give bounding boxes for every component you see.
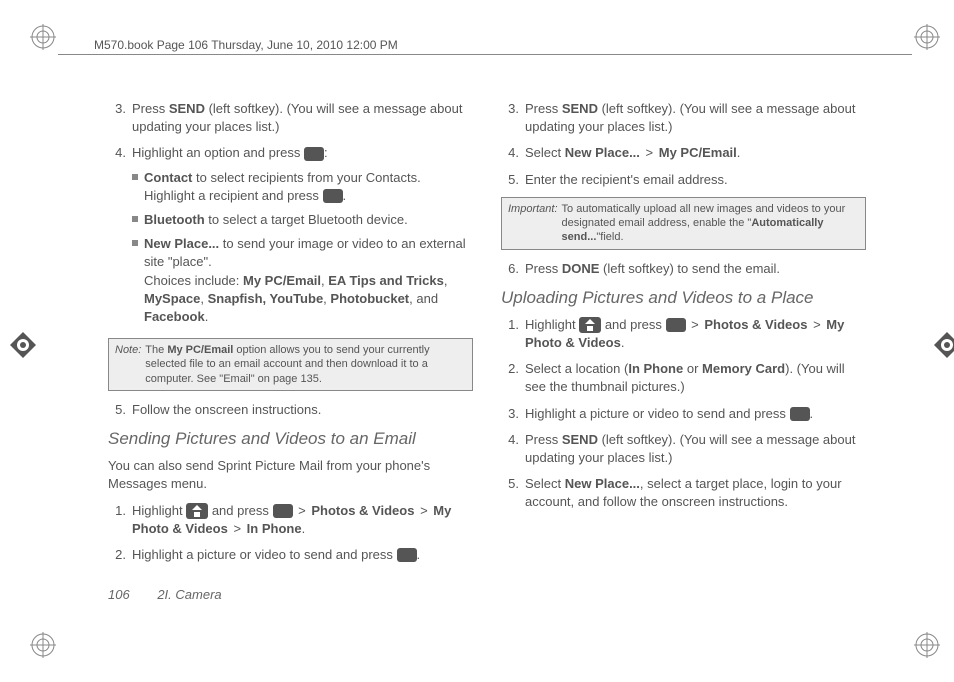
page-number: 106 <box>108 587 130 602</box>
upload-step-5: 5. Select New Place..., select a target … <box>501 475 866 511</box>
note-box: Note: The My PC/Email option allows you … <box>108 338 473 391</box>
upload-step-3: 3. Highlight a picture or video to send … <box>501 405 866 423</box>
upload-step-2: 2. Select a location (In Phone or Memory… <box>501 360 866 396</box>
ok-key-icon <box>304 147 324 161</box>
page-footer: 106 2I. Camera <box>108 587 222 602</box>
section-heading-place: Uploading Pictures and Videos to a Place <box>501 288 866 308</box>
reg-mark-icon <box>914 24 940 50</box>
r-step-5: 5. Enter the recipient's email address. <box>501 171 866 189</box>
right-column: 3. Press SEND (left softkey). (You will … <box>501 100 866 572</box>
ok-key-icon <box>790 407 810 421</box>
r-step-3: 3. Press SEND (left softkey). (You will … <box>501 100 866 136</box>
email-step-1: 1. Highlight and press > Photos & Videos… <box>108 502 473 538</box>
sub-new-place: New Place... to send your image or video… <box>132 235 473 326</box>
sub-contact: Contact to select recipients from your C… <box>132 169 473 205</box>
r-step-6: 6. Press DONE (left softkey) to send the… <box>501 260 866 278</box>
left-column: 3. Press SEND (left softkey). (You will … <box>108 100 473 572</box>
ok-key-icon <box>397 548 417 562</box>
step-4: 4. Highlight an option and press : Conta… <box>108 144 473 330</box>
sub-bluetooth: Bluetooth to select a target Bluetooth d… <box>132 211 473 229</box>
bullet-icon <box>132 240 138 246</box>
intro-para: You can also send Sprint Picture Mail fr… <box>108 457 473 493</box>
section-heading-email: Sending Pictures and Videos to an Email <box>108 429 473 449</box>
home-key-icon <box>579 317 601 333</box>
r-step-4: 4. Select New Place... > My PC/Email. <box>501 144 866 162</box>
align-mark-icon <box>8 330 38 360</box>
ok-key-icon <box>323 189 343 203</box>
important-box: Important: To automatically upload all n… <box>501 197 866 250</box>
page-header: M570.book Page 106 Thursday, June 10, 20… <box>94 38 398 52</box>
email-step-2: 2. Highlight a picture or video to send … <box>108 546 473 564</box>
step-5: 5. Follow the onscreen instructions. <box>108 401 473 419</box>
step-3: 3. Press SEND (left softkey). (You will … <box>108 100 473 136</box>
ok-key-icon <box>666 318 686 332</box>
align-mark-icon <box>932 330 954 360</box>
upload-step-1: 1. Highlight and press > Photos & Videos… <box>501 316 866 352</box>
bullet-icon <box>132 174 138 180</box>
reg-mark-icon <box>914 632 940 658</box>
section-label: 2I. Camera <box>157 587 221 602</box>
ok-key-icon <box>273 504 293 518</box>
reg-mark-icon <box>30 632 56 658</box>
home-key-icon <box>186 503 208 519</box>
upload-step-4: 4. Press SEND (left softkey). (You will … <box>501 431 866 467</box>
page-content: 3. Press SEND (left softkey). (You will … <box>108 100 866 572</box>
bullet-icon <box>132 216 138 222</box>
reg-mark-icon <box>30 24 56 50</box>
header-rule <box>58 54 912 55</box>
